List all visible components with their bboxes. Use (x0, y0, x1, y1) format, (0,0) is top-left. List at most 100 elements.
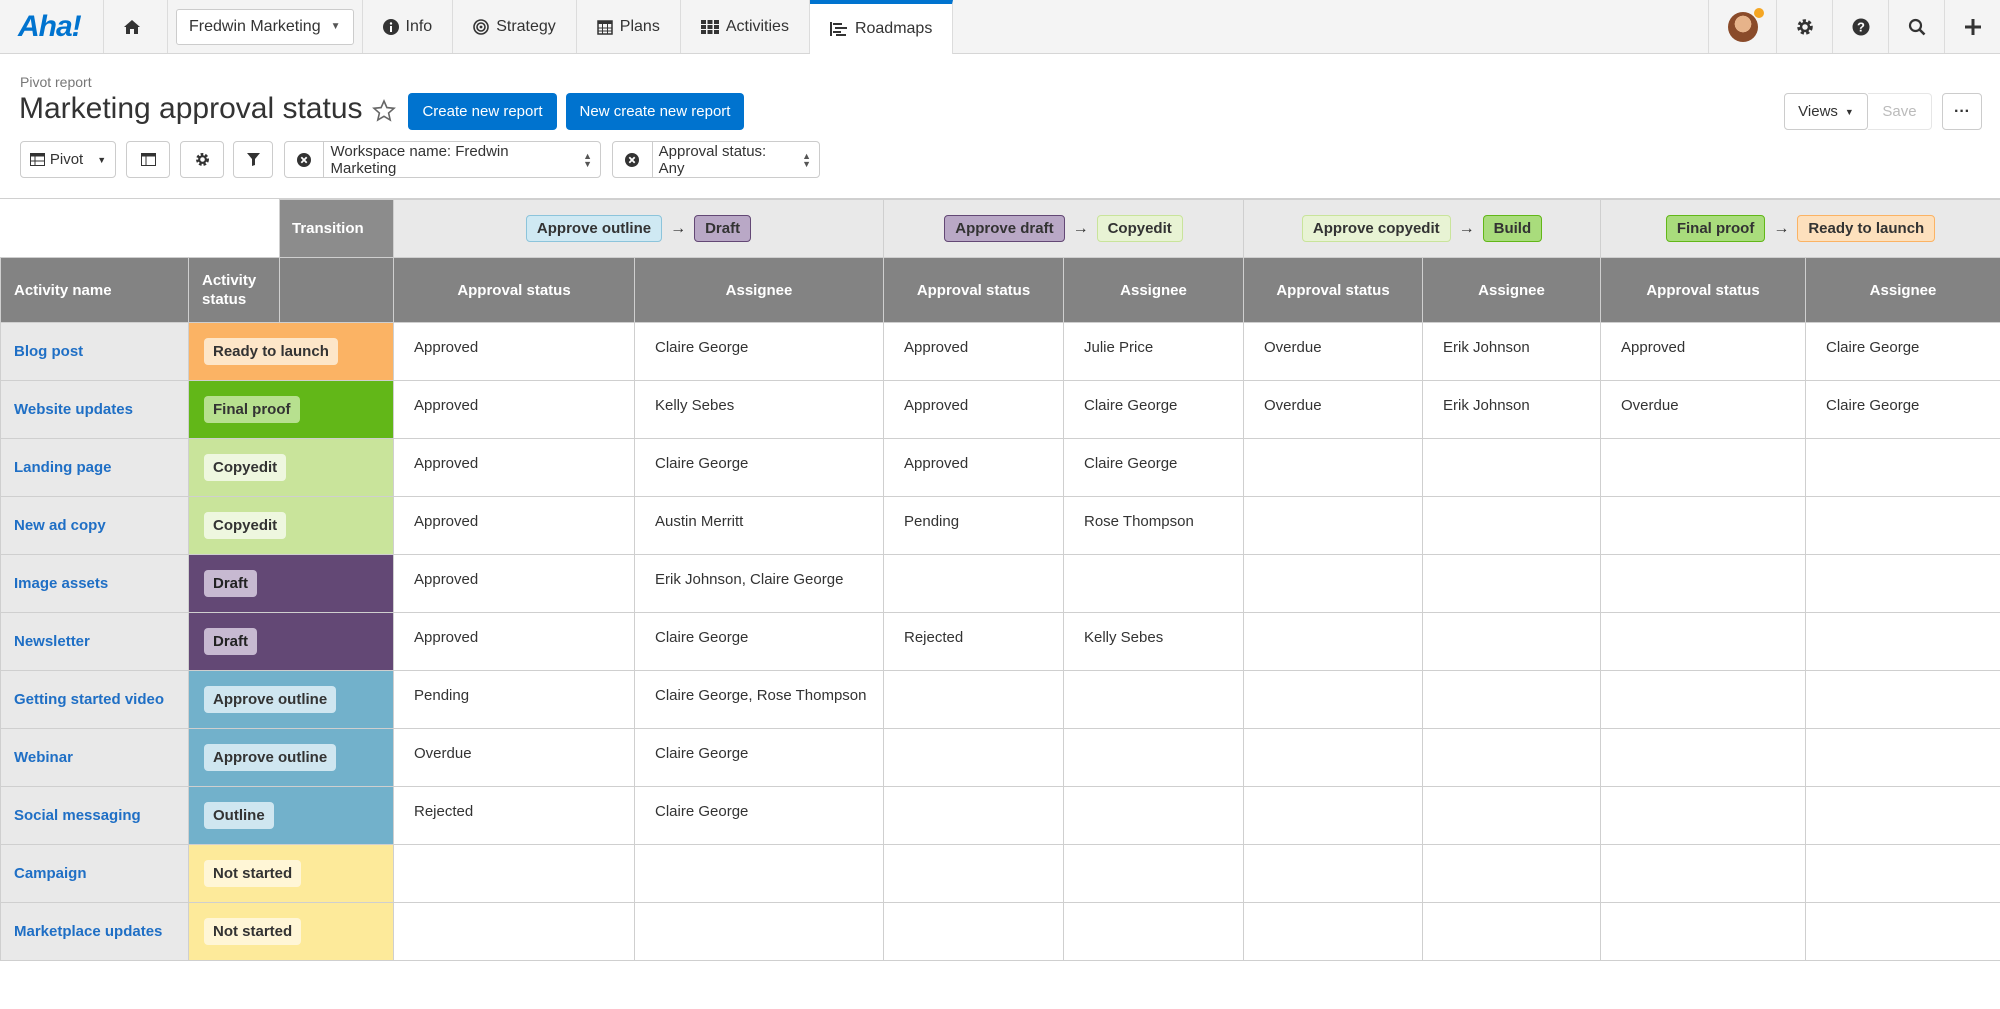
views-dropdown[interactable]: Views ▼ (1784, 93, 1868, 130)
save-button[interactable]: Save (1868, 93, 1932, 130)
pivot-view-dropdown[interactable]: Pivot ▼ (20, 141, 116, 178)
approval-status-cell[interactable] (1243, 496, 1424, 555)
home-button[interactable] (104, 0, 168, 53)
approval-status-cell[interactable]: Pending (883, 496, 1064, 555)
column-header-assignee[interactable]: Assignee (634, 257, 884, 323)
assignee-cell[interactable] (1805, 844, 2000, 903)
assignee-cell[interactable] (1422, 496, 1602, 555)
approval-status-cell[interactable]: Approved (393, 554, 635, 613)
activity-status-cell[interactable]: Not started (188, 902, 394, 961)
nav-item-strategy[interactable]: Strategy (453, 0, 577, 53)
approval-status-cell[interactable]: Approved (883, 380, 1064, 439)
activity-name-link[interactable]: Getting started video (0, 670, 189, 729)
approval-status-cell[interactable] (1600, 496, 1807, 555)
approval-status-cell[interactable] (1243, 786, 1424, 845)
approval-status-cell[interactable] (883, 844, 1064, 903)
approval-status-cell[interactable] (883, 554, 1064, 613)
activity-status-cell[interactable]: Final proof (188, 380, 394, 439)
approval-status-cell[interactable] (1243, 612, 1424, 671)
activity-name-link[interactable]: Newsletter (0, 612, 189, 671)
assignee-cell[interactable] (1422, 438, 1602, 497)
activity-status-cell[interactable]: Ready to launch (188, 322, 394, 381)
activity-status-cell[interactable]: Draft (188, 612, 394, 671)
approval-status-cell[interactable] (1600, 844, 1807, 903)
activity-status-cell[interactable]: Not started (188, 844, 394, 903)
approval-status-cell[interactable] (883, 728, 1064, 787)
assignee-cell[interactable]: Claire George (634, 438, 884, 497)
activity-name-link[interactable]: Blog post (0, 322, 189, 381)
assignee-cell[interactable]: Claire George (1805, 322, 2000, 381)
activity-status-cell[interactable]: Copyedit (188, 438, 394, 497)
assignee-cell[interactable]: Erik Johnson (1422, 380, 1602, 439)
column-header-approval-status[interactable]: Approval status (393, 257, 635, 323)
approval-status-cell[interactable]: Approved (393, 322, 635, 381)
assignee-cell[interactable] (1062, 902, 1245, 961)
approval-status-cell[interactable] (393, 844, 635, 903)
approval-status-cell[interactable] (1243, 554, 1424, 613)
approval-status-cell[interactable] (1243, 902, 1424, 961)
assignee-cell[interactable] (1422, 786, 1602, 845)
assignee-cell[interactable]: Claire George (634, 786, 884, 845)
settings-button[interactable] (1776, 0, 1832, 53)
activity-name-link[interactable]: New ad copy (0, 496, 189, 555)
approval-status-cell[interactable]: Overdue (1243, 322, 1424, 381)
activity-name-link[interactable]: Webinar (0, 728, 189, 787)
assignee-cell[interactable]: Erik Johnson, Claire George (634, 554, 884, 613)
approval-status-cell[interactable] (1243, 844, 1424, 903)
assignee-cell[interactable]: Claire George (1062, 438, 1245, 497)
assignee-cell[interactable] (1422, 670, 1602, 729)
approval-status-cell[interactable] (883, 902, 1064, 961)
approval-status-cell[interactable] (1600, 902, 1807, 961)
assignee-cell[interactable]: Austin Merritt (634, 496, 884, 555)
nav-item-plans[interactable]: Plans (577, 0, 681, 53)
approval-status-cell[interactable] (1600, 612, 1807, 671)
assignee-cell[interactable]: Erik Johnson (1422, 322, 1602, 381)
column-header-assignee[interactable]: Assignee (1805, 257, 2000, 323)
assignee-cell[interactable]: Claire George (634, 322, 884, 381)
activity-name-link[interactable]: Marketplace updates (0, 902, 189, 961)
activity-status-cell[interactable]: Approve outline (188, 670, 394, 729)
nav-item-activities[interactable]: Activities (681, 0, 810, 53)
assignee-cell[interactable] (1062, 554, 1245, 613)
user-menu[interactable] (1708, 0, 1776, 53)
approval-status-cell[interactable]: Pending (393, 670, 635, 729)
approval-status-cell[interactable]: Approved (393, 496, 635, 555)
assignee-cell[interactable] (1805, 554, 2000, 613)
approval-status-cell[interactable]: Rejected (393, 786, 635, 845)
search-button[interactable] (1888, 0, 1944, 53)
approval-status-cell[interactable]: Overdue (1243, 380, 1424, 439)
assignee-cell[interactable] (1805, 612, 2000, 671)
approval-status-cell[interactable] (1600, 438, 1807, 497)
approval-status-cell[interactable]: Approved (1600, 322, 1807, 381)
approval-status-cell[interactable] (1243, 728, 1424, 787)
approval-status-cell[interactable]: Approved (393, 438, 635, 497)
activity-status-cell[interactable]: Outline (188, 786, 394, 845)
approval-status-cell[interactable] (883, 786, 1064, 845)
assignee-cell[interactable] (1805, 438, 2000, 497)
column-header-approval-status[interactable]: Approval status (1243, 257, 1424, 323)
remove-filter-button[interactable] (613, 142, 653, 177)
approval-status-cell[interactable]: Approved (883, 322, 1064, 381)
assignee-cell[interactable] (1422, 844, 1602, 903)
approval-status-cell[interactable] (1243, 438, 1424, 497)
assignee-cell[interactable] (634, 844, 884, 903)
filter-workspace[interactable]: Workspace name: Fredwin Marketing ▲ ▼ (284, 141, 601, 178)
assignee-cell[interactable]: Rose Thompson (1062, 496, 1245, 555)
aha-logo[interactable]: Aha! (0, 0, 104, 53)
assignee-cell[interactable]: Kelly Sebes (1062, 612, 1245, 671)
approval-status-cell[interactable]: Approved (393, 612, 635, 671)
column-header-assignee[interactable]: Assignee (1062, 257, 1245, 323)
nav-item-info[interactable]: Info (363, 0, 454, 53)
activity-name-link[interactable]: Landing page (0, 438, 189, 497)
activity-status-cell[interactable]: Copyedit (188, 496, 394, 555)
assignee-cell[interactable]: Claire George (1805, 380, 2000, 439)
assignee-cell[interactable] (1805, 670, 2000, 729)
assignee-cell[interactable] (1062, 844, 1245, 903)
approval-status-cell[interactable] (1243, 670, 1424, 729)
approval-status-cell[interactable] (1600, 670, 1807, 729)
assignee-cell[interactable] (634, 902, 884, 961)
approval-status-cell[interactable]: Approved (393, 380, 635, 439)
nav-item-roadmaps[interactable]: Roadmaps (809, 0, 954, 54)
assignee-cell[interactable] (1805, 786, 2000, 845)
activity-name-link[interactable]: Website updates (0, 380, 189, 439)
